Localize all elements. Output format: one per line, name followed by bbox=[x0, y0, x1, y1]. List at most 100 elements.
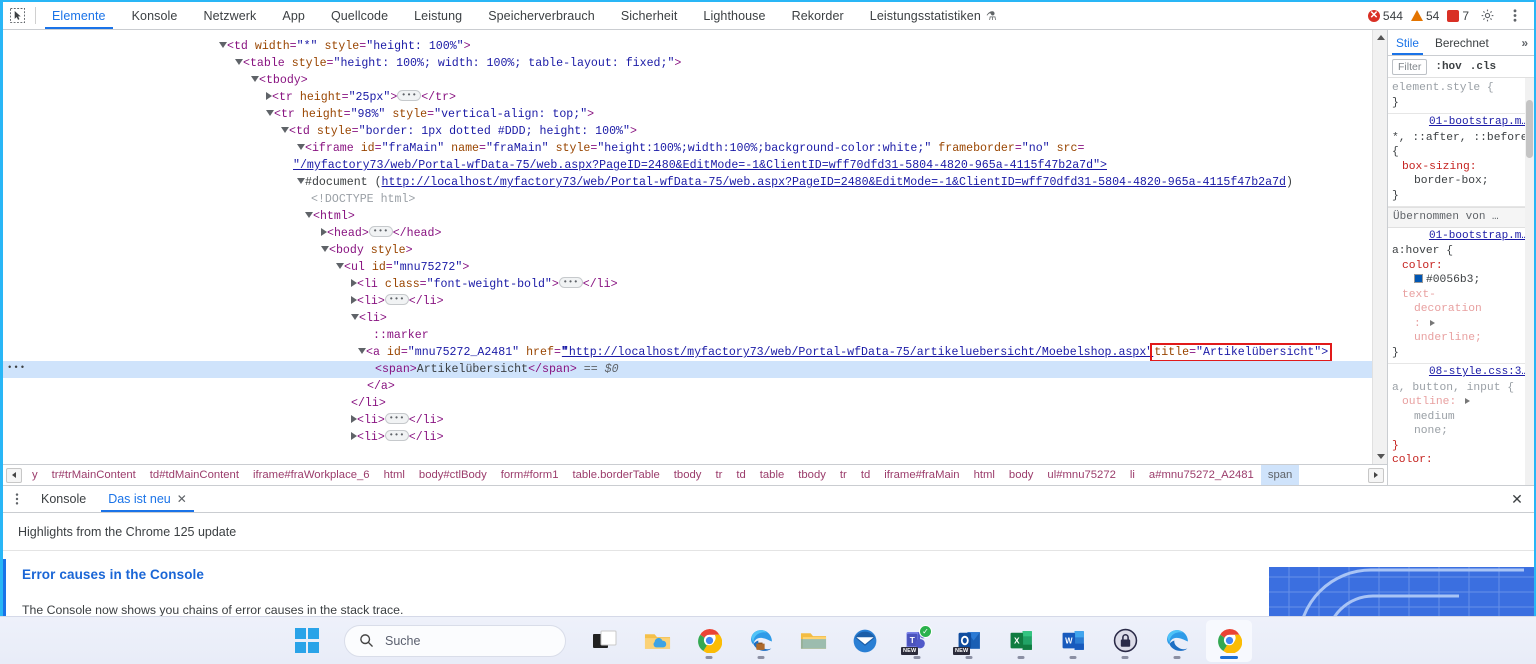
dom-node-row[interactable]: <td width="250px" id="tdListsAll" wResiz… bbox=[3, 30, 1387, 38]
collapse-twisty-icon[interactable] bbox=[266, 91, 272, 100]
document-url-link[interactable]: http://localhost/myfactory73/web/Portal-… bbox=[382, 176, 1286, 189]
dom-node-row[interactable]: <tr height="98%" style="vertical-align: … bbox=[3, 106, 1387, 123]
css-property-name-cont[interactable]: decoration bbox=[1392, 302, 1530, 317]
tab-elemente[interactable]: Elemente bbox=[39, 2, 119, 29]
css-property-value-cont[interactable]: none; bbox=[1392, 424, 1530, 439]
collapsed-children-badge[interactable]: ••• bbox=[368, 226, 393, 238]
expand-twisty-icon[interactable] bbox=[266, 109, 274, 116]
breadcrumb-scroll-left-icon[interactable] bbox=[6, 467, 22, 483]
css-property-value[interactable]: underline; bbox=[1392, 331, 1530, 346]
style-source-link[interactable]: 01-bootstrap.m… bbox=[1392, 229, 1530, 244]
scroll-up-arrow-icon[interactable] bbox=[1373, 30, 1387, 45]
close-tab-icon[interactable]: ✕ bbox=[177, 492, 187, 506]
expand-twisty-icon[interactable] bbox=[351, 313, 359, 320]
onedrive-folder-icon[interactable] bbox=[634, 620, 680, 662]
dom-node-row[interactable]: ::marker bbox=[3, 327, 1387, 344]
dom-node-row[interactable]: <html> bbox=[3, 208, 1387, 225]
breadcrumb-item[interactable]: tr#trMainContent bbox=[45, 469, 143, 481]
breadcrumb-item[interactable]: html bbox=[967, 469, 1002, 481]
css-property-name[interactable]: box-sizing: bbox=[1392, 160, 1530, 175]
expand-triangle-icon[interactable] bbox=[1429, 319, 1435, 326]
dom-node-row[interactable]: </a> bbox=[3, 378, 1387, 395]
tab-rekorder[interactable]: Rekorder bbox=[779, 2, 857, 29]
dom-node-row[interactable]: "/myfactory73/web/Portal-wfData-75/web.a… bbox=[3, 157, 1387, 174]
tab-stile[interactable]: Stile bbox=[1388, 30, 1427, 55]
expand-twisty-icon[interactable] bbox=[305, 211, 313, 218]
expand-twisty-icon[interactable] bbox=[219, 41, 227, 48]
gear-icon[interactable] bbox=[1474, 4, 1500, 28]
collapsed-children-badge[interactable]: ••• bbox=[397, 90, 422, 102]
dom-node-row[interactable]: <ul id="mnu75272"> bbox=[3, 259, 1387, 276]
keepass-icon[interactable] bbox=[1102, 620, 1148, 662]
element-classes-button[interactable]: .cls bbox=[1470, 61, 1496, 73]
breadcrumb-item[interactable]: a#mnu75272_A2481 bbox=[1142, 469, 1261, 481]
dom-node-row[interactable]: </li> bbox=[3, 395, 1387, 412]
anchor-href-link[interactable]: "http://localhost/myfactory73/web/Portal… bbox=[562, 346, 1153, 359]
drawer-tab-konsole[interactable]: Konsole bbox=[30, 486, 97, 512]
breadcrumb-item[interactable]: body#ctlBody bbox=[412, 469, 494, 481]
breadcrumb-item[interactable]: table.borderTable bbox=[566, 469, 667, 481]
force-hover-button[interactable]: :hov bbox=[1435, 61, 1461, 73]
expand-twisty-icon[interactable] bbox=[297, 177, 305, 184]
microsoft-edge-icon[interactable] bbox=[1154, 620, 1200, 662]
css-property-value[interactable]: border-box; bbox=[1392, 174, 1530, 189]
dom-node-row[interactable]: <iframe id="fraMain" name="fraMain" styl… bbox=[3, 140, 1387, 157]
tab-netzwerk[interactable]: Netzwerk bbox=[190, 2, 269, 29]
collapse-twisty-icon[interactable] bbox=[351, 431, 357, 440]
breadcrumb-item[interactable]: y bbox=[25, 469, 45, 481]
breadcrumb-scroll-right-icon[interactable] bbox=[1368, 467, 1384, 483]
drawer-tab-whats-new[interactable]: Das ist neu ✕ bbox=[97, 486, 198, 512]
tab-quellcode[interactable]: Quellcode bbox=[318, 2, 401, 29]
tab-lighthouse[interactable]: Lighthouse bbox=[690, 2, 778, 29]
expand-twisty-icon[interactable] bbox=[251, 75, 259, 82]
dom-node-row[interactable]: #document (http://localhost/myfactory73/… bbox=[3, 174, 1387, 191]
error-counter[interactable]: ✕ 544 bbox=[1365, 9, 1406, 23]
css-property-value[interactable]: medium bbox=[1392, 410, 1530, 425]
styles-scrollbar[interactable] bbox=[1525, 78, 1534, 485]
tab-speicherverbrauch[interactable]: Speicherverbrauch bbox=[475, 2, 608, 29]
expand-twisty-icon[interactable] bbox=[297, 143, 305, 150]
breadcrumb-item[interactable]: tr bbox=[708, 469, 729, 481]
close-drawer-icon[interactable]: ✕ bbox=[1500, 486, 1534, 512]
breadcrumb-item[interactable]: body bbox=[1002, 469, 1041, 481]
breadcrumb-item[interactable]: html bbox=[377, 469, 412, 481]
styles-rule-list[interactable]: element.style { } 01-bootstrap.m… *, ::a… bbox=[1388, 78, 1534, 485]
breadcrumb-item[interactable]: td#tdMainContent bbox=[143, 469, 246, 481]
task-view-icon[interactable] bbox=[582, 620, 628, 662]
drawer-menu-icon[interactable] bbox=[3, 486, 30, 512]
dom-node-row[interactable]: <tr height="25px"> ••• </tr> bbox=[3, 89, 1387, 106]
breadcrumb-item[interactable]: tbody bbox=[667, 469, 709, 481]
dom-tree-scrollbar[interactable] bbox=[1372, 30, 1387, 464]
color-swatch[interactable] bbox=[1414, 274, 1423, 283]
collapse-twisty-icon[interactable] bbox=[351, 278, 357, 287]
microsoft-outlook-icon[interactable]: NEW bbox=[946, 620, 992, 662]
dom-node-row[interactable]: <li> ••• </li> bbox=[3, 429, 1387, 446]
microsoft-edge-work-icon[interactable] bbox=[738, 620, 784, 662]
breadcrumb-item[interactable]: iframe#fraMain bbox=[877, 469, 966, 481]
dom-node-row[interactable]: <li class="font-weight-bold"> ••• </li> bbox=[3, 276, 1387, 293]
dom-tree[interactable]: <td width="250px" id="tdListsAll" wResiz… bbox=[3, 30, 1387, 464]
collapse-twisty-icon[interactable] bbox=[351, 295, 357, 304]
dom-node-row[interactable]: <!DOCTYPE html> bbox=[3, 191, 1387, 208]
expand-twisty-icon[interactable] bbox=[358, 347, 366, 354]
collapsed-children-badge[interactable]: ••• bbox=[384, 430, 409, 442]
breadcrumb-item[interactable]: iframe#fraWorkplace_6 bbox=[246, 469, 377, 481]
style-source-link[interactable]: 08-style.css:3… bbox=[1392, 365, 1530, 380]
css-property-name[interactable]: text- bbox=[1392, 288, 1530, 303]
breadcrumb-item[interactable]: tr bbox=[833, 469, 854, 481]
dom-node-row[interactable]: <li> bbox=[3, 310, 1387, 327]
css-property-name[interactable]: color: bbox=[1392, 453, 1530, 468]
css-property-value[interactable]: #0056b3; bbox=[1392, 273, 1530, 288]
issue-counter[interactable]: 7 bbox=[1444, 9, 1472, 23]
tab-berechnet[interactable]: Berechnet bbox=[1427, 30, 1497, 55]
css-property-expand[interactable]: : bbox=[1392, 317, 1530, 332]
tab-konsole[interactable]: Konsole bbox=[119, 2, 191, 29]
microsoft-excel-icon[interactable]: X bbox=[998, 620, 1044, 662]
styles-filter-input[interactable]: Filter bbox=[1392, 58, 1428, 75]
google-chrome-active-icon[interactable] bbox=[1206, 619, 1252, 662]
microsoft-word-icon[interactable]: W bbox=[1050, 620, 1096, 662]
style-rule[interactable]: 01-bootstrap.m… a:hover { color: #0056b3… bbox=[1388, 228, 1534, 364]
search-input[interactable]: Suche bbox=[344, 624, 566, 657]
style-rule[interactable]: 08-style.css:3… a, button, input { outli… bbox=[1388, 364, 1534, 471]
start-button[interactable] bbox=[284, 620, 330, 662]
